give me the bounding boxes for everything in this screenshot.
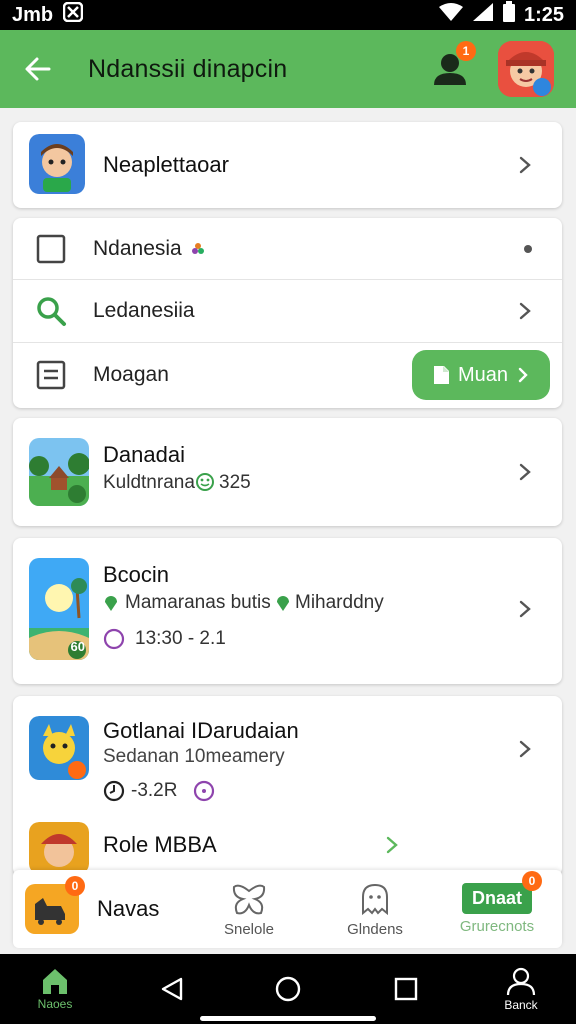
list-item-subtitle: Sedanan 10meamery: [103, 746, 285, 767]
back-button[interactable]: [22, 53, 54, 85]
tab-chip-label: Dnaat: [471, 888, 522, 908]
nav-back[interactable]: [150, 954, 194, 1024]
flower-icon: [191, 242, 205, 261]
nfc-icon: [62, 1, 84, 28]
ghost-icon: [362, 883, 388, 915]
tab-badge: 0: [65, 876, 85, 896]
carrier-label: Jmb: [12, 3, 54, 26]
chevron-right-icon: [386, 836, 398, 854]
app-bar: Ndanssii dinapcin 1: [0, 30, 576, 108]
home-icon: [43, 969, 67, 994]
timer-icon: [103, 780, 125, 807]
game-thumbnail: [29, 438, 89, 506]
menu-item-label: Ledanesiia: [93, 299, 195, 322]
signal-icon: [472, 2, 494, 28]
menu-item-ledanesiia[interactable]: Ledanesiia: [13, 280, 562, 342]
profile-card[interactable]: Neaplettaoar: [13, 122, 562, 208]
divider: [13, 342, 562, 343]
file-icon: [433, 366, 449, 384]
smiley-icon: [195, 472, 215, 497]
chevron-right-icon: [519, 463, 531, 481]
nav-recents[interactable]: [384, 954, 428, 1024]
list-item-meta: 325: [219, 472, 251, 493]
chevron-right-icon: [519, 156, 531, 174]
profile-thumbnail: [29, 134, 85, 194]
tab-label: Grurecnots: [459, 918, 535, 935]
thumbnail-badge: 60: [70, 639, 85, 654]
checkbox-icon[interactable]: [35, 233, 67, 265]
nav-label: Banck: [504, 998, 538, 1012]
game-thumbnail: 60: [29, 558, 89, 660]
tab-grurecnots[interactable]: Dnaat 0 Grurecnots: [437, 870, 557, 948]
tab-thumbnail: 0: [25, 876, 85, 934]
wifi-icon: [438, 2, 464, 28]
clock: 1:25: [523, 3, 564, 26]
pin-icon: [103, 594, 119, 617]
battery-icon: [502, 1, 516, 29]
system-nav-bar: Naoes Banck: [0, 954, 576, 1024]
tab-chip: Dnaat 0: [461, 871, 542, 914]
tab-label: Snelole: [223, 920, 275, 938]
profile-title: Neaplettaoar: [103, 152, 229, 177]
menu-item-ndanesia[interactable]: Ndanesia: [13, 218, 562, 280]
list-item[interactable]: 60 Bcocin Mamaranas butis Miharddny 13:3…: [13, 538, 562, 684]
search-icon: [35, 295, 67, 327]
person-outline-icon: [506, 967, 536, 996]
page-title: Ndanssii dinapcin: [88, 54, 288, 83]
list-item-title: Bcocin: [103, 562, 170, 587]
tab-label: Glndens: [347, 920, 403, 938]
list-item[interactable]: Danadai Kuldtnrana 325: [13, 418, 562, 526]
pin-icon: [275, 594, 291, 617]
nav-profile[interactable]: Banck: [490, 954, 552, 1024]
recents-square-icon: [394, 977, 418, 1001]
notification-badge: 1: [456, 41, 476, 61]
butterfly-icon: [232, 884, 266, 914]
back-triangle-icon: [161, 977, 183, 1001]
list-item-title: Danadai: [103, 442, 185, 467]
more-dot-icon[interactable]: [524, 245, 532, 253]
game-thumbnail: [29, 716, 89, 780]
menu-item-label: Moagan: [93, 363, 169, 386]
list-item-title: Role MBBA: [103, 832, 217, 857]
muan-button[interactable]: Muan: [412, 350, 550, 400]
list-item-title: Gotlanai IDarudaian: [103, 718, 299, 743]
list-item-time: 13:30 - 2.1: [135, 628, 226, 649]
nav-home-circle[interactable]: [266, 954, 310, 1024]
home-indicator[interactable]: [200, 1016, 376, 1021]
chevron-right-icon: [519, 302, 531, 320]
avatar[interactable]: [498, 41, 554, 97]
nav-label: Naoes: [37, 997, 73, 1011]
status-bar: Jmb 1:25: [0, 0, 576, 30]
list-item-subtitle: Kuldtnrana: [103, 472, 195, 493]
game-thumbnail: [29, 822, 89, 874]
tab-navas[interactable]: 0 Navas: [25, 870, 185, 948]
list-item-meta: -3.2R: [131, 780, 178, 801]
status-ring-icon: [193, 780, 215, 807]
menu-card: Ndanesia Ledanesiia Moagan Muan: [13, 218, 562, 408]
tab-label: Navas: [97, 896, 160, 921]
back-arrow-icon: [25, 57, 51, 81]
bottom-tab-strip: 0 Navas Snelole Glndens Dnaat 0 Grurecno…: [13, 870, 562, 948]
tab-snelole[interactable]: Snelole: [189, 870, 309, 948]
menu-item-moagan[interactable]: Moagan Muan: [13, 344, 562, 406]
chevron-right-icon: [519, 600, 531, 618]
menu-item-label: Ndanesia: [93, 237, 182, 260]
list-item-subtitle: Miharddny: [295, 592, 384, 613]
tab-badge: 0: [522, 871, 542, 891]
document-icon: [35, 359, 67, 391]
tab-glndens[interactable]: Glndens: [313, 870, 437, 948]
clock-icon: [103, 628, 125, 655]
list-item[interactable]: Gotlanai IDarudaian Sedanan 10meamery -3…: [13, 696, 562, 876]
chevron-right-icon: [518, 367, 528, 383]
list-item-subtitle: Mamaranas butis: [125, 592, 271, 613]
chevron-right-icon: [519, 740, 531, 758]
muan-button-label: Muan: [457, 363, 509, 386]
nav-home[interactable]: Naoes: [22, 954, 88, 1024]
notifications-button[interactable]: 1: [432, 41, 476, 87]
home-circle-icon: [275, 976, 301, 1002]
